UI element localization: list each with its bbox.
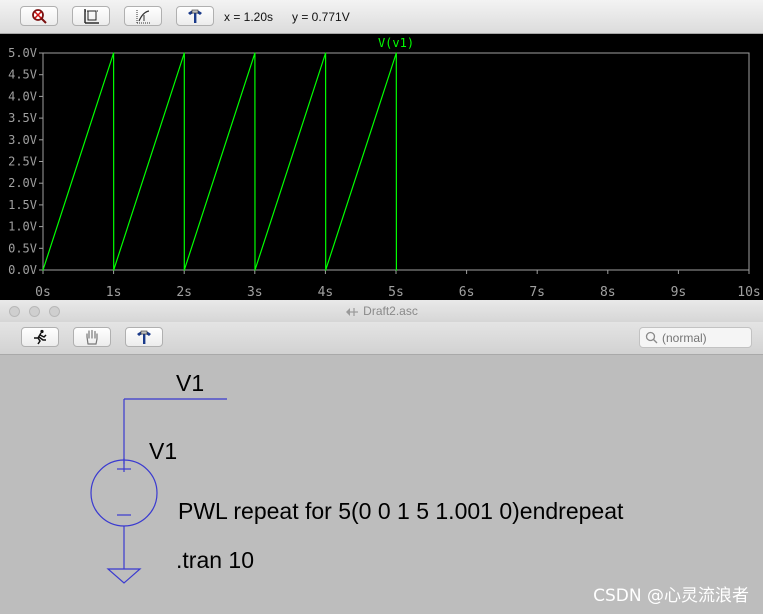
y-tick-label: 4.0V	[8, 89, 37, 103]
component-name-label[interactable]: V1	[149, 438, 177, 465]
y-tick-label: 0.5V	[8, 241, 37, 255]
window-title-text: Draft2.asc	[363, 304, 418, 318]
net-label[interactable]: V1	[176, 370, 204, 397]
pan-button[interactable]	[73, 327, 111, 347]
y-tick-label: 3.0V	[8, 133, 37, 147]
running-man-icon	[34, 329, 47, 345]
plot-grid	[39, 52, 750, 274]
probe-hammer-icon	[137, 330, 151, 344]
y-tick-label: 5.0V	[8, 46, 37, 60]
schematic-titlebar: Draft2.asc	[0, 300, 763, 323]
watermark-text: CSDN @心灵流浪者	[593, 586, 749, 606]
trace-point	[183, 269, 185, 271]
x-tick-label: 0s	[35, 285, 51, 300]
trace-point	[254, 52, 256, 54]
y-tick-label: 1.0V	[8, 220, 37, 234]
trace-point	[113, 52, 115, 54]
hand-icon	[86, 329, 98, 345]
trace-line	[42, 52, 397, 271]
y-tick-label: 4.5V	[8, 68, 37, 82]
trace-point	[183, 52, 185, 54]
trace-point	[254, 269, 256, 271]
run-button[interactable]	[21, 327, 59, 347]
trace-point	[395, 52, 397, 54]
x-tick-labels: 0s 1s 2s 3s 4s 5s 6s 7s 8s 9s 10s	[35, 285, 761, 300]
x-tick-label: 8s	[600, 285, 616, 300]
cursor-measure-icon	[136, 10, 151, 24]
trace-point	[395, 269, 397, 271]
schematic-toolbar	[0, 322, 763, 355]
schematic-drawing	[90, 398, 227, 584]
x-readout: x = 1.20s	[224, 10, 274, 24]
schematic-document-icon	[346, 307, 359, 316]
search-input[interactable]	[662, 330, 747, 345]
y-tick-label: 1.5V	[8, 198, 37, 212]
x-tick-label: 5s	[388, 285, 404, 300]
source-value-label[interactable]: PWL repeat for 5(0 0 1 5 1.001 0)endrepe…	[178, 498, 623, 525]
x-tick-label: 7s	[529, 285, 545, 300]
waveform-window: x = 1.20s y = 0.771V 0.0V 0.5V 1.0V 1.5V 2.0…	[0, 0, 763, 300]
x-tick-label: 6s	[459, 285, 475, 300]
y-tick-label: 0.0V	[8, 263, 37, 277]
x-tick-label: 3s	[247, 285, 263, 300]
y-tick-labels: 0.0V 0.5V 1.0V 1.5V 2.0V 2.5V 3.0V 3.5V 4.0V 4.5V…	[8, 46, 37, 277]
window-title: Draft2.asc	[0, 304, 763, 318]
schematic-window: Draft2.asc (normal) V1 V1 PWL repeat for…	[0, 300, 763, 614]
probe-hammer-icon	[188, 9, 202, 23]
x-tick-label: 4s	[318, 285, 334, 300]
y-tick-label: 3.5V	[8, 111, 37, 125]
cursor-measure-button[interactable]	[124, 6, 162, 26]
probe-button[interactable]	[176, 6, 214, 26]
schematic-canvas[interactable]: V1 V1 PWL repeat for 5(0 0 1 5 1.001 0)e…	[0, 355, 763, 614]
y-tick-label: 2.0V	[8, 176, 37, 190]
trace-point	[325, 269, 327, 271]
spice-directive[interactable]: .tran 10	[176, 547, 254, 574]
zoom-cancel-icon	[32, 9, 47, 24]
zoom-cancel-button[interactable]	[20, 6, 58, 26]
autorange-icon	[84, 9, 99, 24]
search-field[interactable]	[639, 327, 752, 348]
probe-tool-button[interactable]	[125, 327, 163, 347]
ground-symbol[interactable]	[106, 568, 142, 584]
trace-group	[42, 52, 397, 271]
trace-point	[113, 269, 115, 271]
x-tick-label: 9s	[671, 285, 687, 300]
autorange-button[interactable]	[72, 6, 110, 26]
search-icon	[645, 331, 658, 344]
waveform-plot[interactable]: 0.0V 0.5V 1.0V 1.5V 2.0V 2.5V 3.0V 3.5V 4.0V 4.5V…	[0, 33, 763, 300]
x-tick-label: 10s	[737, 285, 760, 300]
x-tick-label: 1s	[106, 285, 122, 300]
y-tick-label: 2.5V	[8, 155, 37, 169]
y-readout: y = 0.771V	[292, 10, 350, 24]
trace-point	[42, 269, 44, 271]
trace-point	[325, 52, 327, 54]
trace-name-label[interactable]: V(v1)	[378, 36, 414, 50]
x-tick-label: 2s	[176, 285, 192, 300]
waveform-toolbar: x = 1.20s y = 0.771V	[0, 0, 763, 34]
